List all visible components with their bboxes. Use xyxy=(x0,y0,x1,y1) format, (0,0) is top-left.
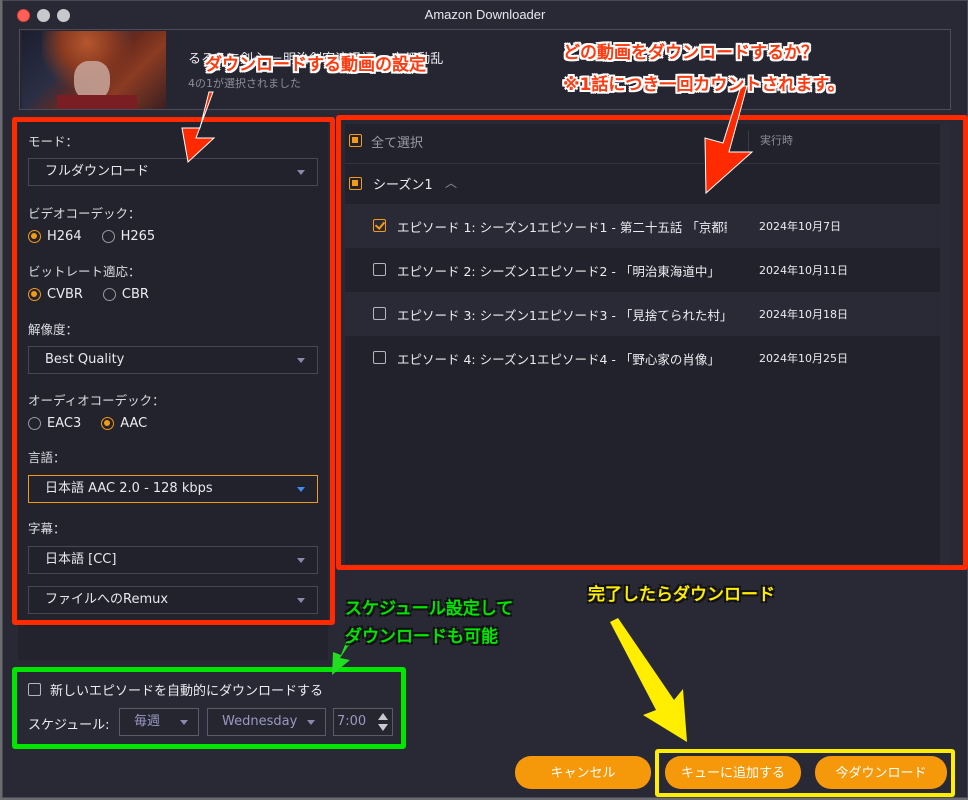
mode-label: モード： xyxy=(28,134,79,149)
episode-checkbox[interactable] xyxy=(373,307,386,320)
subtitle-mode-value: ファイルへのRemux xyxy=(45,592,169,607)
auto-download-label[interactable]: 新しいエピソードを自動的にダウンロードする xyxy=(50,680,323,699)
episode-row[interactable]: エピソード 1: シーズン1エピソード1 - 第二十五話 「京都動乱」 2024… xyxy=(345,204,940,248)
chevron-down-icon xyxy=(297,358,305,363)
add-to-queue-button[interactable]: キューに追加する xyxy=(665,756,801,789)
resolution-select[interactable]: Best Quality xyxy=(28,346,318,374)
episode-list-panel: 全て選択 実行時 シーズン1 ︿ エピソード 1: シーズン1エピソード1 - … xyxy=(345,124,950,564)
radio-h265[interactable]: H265 xyxy=(101,229,155,244)
selection-status: 4の1が選択されました xyxy=(188,77,301,90)
episode-checkbox[interactable] xyxy=(373,263,386,276)
column-divider xyxy=(748,130,749,152)
radio-unselected-icon xyxy=(102,288,116,301)
episode-title: エピソード 3: シーズン1エピソード3 - 「見捨てられた村」 xyxy=(397,308,727,323)
episode-title: エピソード 1: シーズン1エピソード1 - 第二十五話 「京都動乱」 xyxy=(397,220,727,235)
season-row[interactable]: シーズン1 ︿ xyxy=(345,165,950,203)
annotation-episodes-text-1: どの動画をダウンロードするか？ xyxy=(563,43,818,63)
chevron-down-icon xyxy=(297,487,305,492)
mode-select[interactable]: フルダウンロード xyxy=(28,158,318,186)
language-value: 日本語 AAC 2.0 - 128 kbps xyxy=(45,481,213,496)
episode-row[interactable]: エピソード 2: シーズン1エピソード2 - 「明治東海道中」 2024年10月… xyxy=(345,248,940,292)
schedule-section: 新しいエピソードを自動的にダウンロードする スケジュール: 毎週 Wednesd… xyxy=(18,672,400,744)
season-label: シーズン1 xyxy=(373,178,433,193)
chevron-up-icon[interactable]: ︿ xyxy=(445,174,457,191)
audio-codec-label: オーディオコーデック： xyxy=(28,393,165,408)
stepper-arrows-icon[interactable] xyxy=(378,712,388,732)
time-stepper[interactable]: 7:00 xyxy=(333,708,393,736)
episode-row[interactable]: エピソード 4: シーズン1エピソード4 - 「野心家の肖像」 2024年10月… xyxy=(345,336,940,380)
annotation-schedule-text-1: スケジュール設定して xyxy=(345,599,514,619)
chevron-down-icon xyxy=(297,170,305,175)
subtitles-value: 日本語 [CC] xyxy=(45,552,117,567)
episode-date: 2024年10月18日 xyxy=(759,308,848,321)
video-codec-group: H264 H265 xyxy=(28,229,175,244)
radio-cvbr[interactable]: CVBR xyxy=(28,287,83,302)
annotation-episodes-text-2: ※1話につき一回カウントされます。 xyxy=(563,75,845,95)
cancel-button[interactable]: キャンセル xyxy=(515,756,651,789)
episode-checkbox[interactable] xyxy=(373,351,386,364)
episode-checkbox[interactable] xyxy=(373,219,386,232)
mode-value: フルダウンロード xyxy=(45,164,150,179)
audio-codec-group: EAC3 AAC xyxy=(28,416,167,431)
chevron-down-icon xyxy=(307,720,315,725)
day-select[interactable]: Wednesday xyxy=(207,708,326,736)
show-thumbnail xyxy=(22,31,166,109)
chevron-down-icon xyxy=(297,558,305,563)
select-all-label[interactable]: 全て選択 xyxy=(371,132,423,151)
episode-date: 2024年10月11日 xyxy=(759,264,848,277)
radio-selected-icon xyxy=(28,288,41,301)
download-now-button[interactable]: 今ダウンロード xyxy=(815,756,947,789)
annotation-download-text: 完了したらダウンロード xyxy=(588,585,775,605)
auto-download-checkbox[interactable] xyxy=(28,683,41,696)
language-select[interactable]: 日本語 AAC 2.0 - 128 kbps xyxy=(28,475,318,503)
date-column-header[interactable]: 実行時 xyxy=(760,132,793,148)
bitrate-label: ビットレート適応： xyxy=(28,264,141,279)
radio-unselected-icon xyxy=(101,230,115,243)
episode-list-header: 全て選択 実行時 xyxy=(345,124,950,164)
resolution-label: 解像度： xyxy=(28,322,79,337)
bitrate-group: CVBR CBR xyxy=(28,287,169,302)
chevron-down-icon xyxy=(180,720,188,725)
radio-selected-icon xyxy=(28,230,41,243)
subtitle-mode-select[interactable]: ファイルへのRemux xyxy=(28,586,318,614)
schedule-label: スケジュール: xyxy=(28,718,110,733)
resolution-value: Best Quality xyxy=(45,352,125,367)
radio-eac3[interactable]: EAC3 xyxy=(28,416,81,431)
episode-date: 2024年10月25日 xyxy=(759,352,848,365)
chevron-down-icon xyxy=(297,598,305,603)
scrollbar-track[interactable] xyxy=(940,124,950,564)
season-checkbox[interactable] xyxy=(349,177,362,190)
radio-aac[interactable]: AAC xyxy=(101,416,147,431)
title-bar: Amazon Downloader xyxy=(3,1,967,29)
subtitles-label: 字幕： xyxy=(28,521,66,536)
frequency-select[interactable]: 毎週 xyxy=(119,708,199,736)
video-codec-label: ビデオコーデック： xyxy=(28,206,141,221)
annotation-schedule-text-2: ダウンロードも可能 xyxy=(345,627,498,647)
radio-unselected-icon xyxy=(28,417,41,430)
select-all-checkbox[interactable] xyxy=(349,134,362,147)
annotation-settings-text: ダウンロードする動画の設定 xyxy=(205,55,426,75)
episode-row[interactable]: エピソード 3: シーズン1エピソード3 - 「見捨てられた村」 2024年10… xyxy=(345,292,940,336)
episode-title: エピソード 2: シーズン1エピソード2 - 「明治東海道中」 xyxy=(397,264,720,279)
radio-cbr[interactable]: CBR xyxy=(102,287,149,302)
subtitles-select[interactable]: 日本語 [CC] xyxy=(28,546,318,574)
window-title: Amazon Downloader xyxy=(424,7,546,22)
episode-date: 2024年10月7日 xyxy=(759,220,841,233)
language-label: 言語： xyxy=(28,450,66,465)
episode-title: エピソード 4: シーズン1エピソード4 - 「野心家の肖像」 xyxy=(397,352,720,367)
radio-selected-icon xyxy=(101,417,115,430)
radio-h264[interactable]: H264 xyxy=(28,229,82,244)
